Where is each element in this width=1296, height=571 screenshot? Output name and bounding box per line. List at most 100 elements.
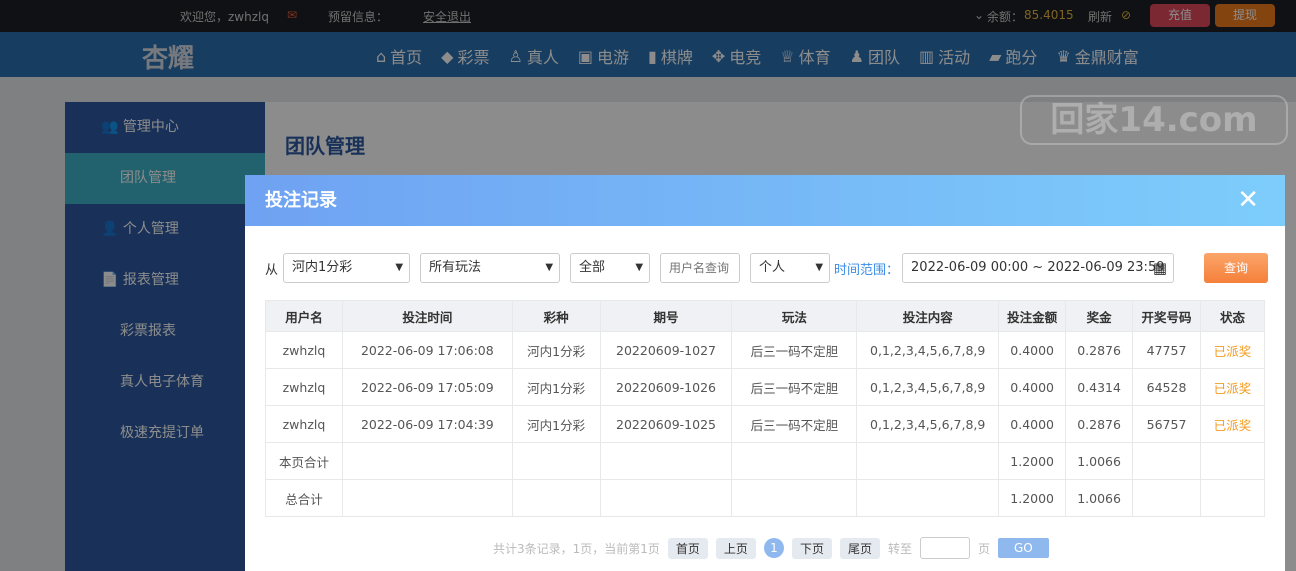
table-cell: [856, 442, 1000, 480]
table-cell: 总合计: [265, 479, 343, 517]
table-cell: 0.4000: [998, 331, 1067, 369]
total-row: 总合计 1.2000 1.0066: [265, 479, 1265, 517]
modal-title: 投注记录: [265, 190, 337, 211]
total-row: 本页合计 1.2000 1.0066: [265, 442, 1265, 480]
table-cell: 2022-06-09 17:06:08: [341, 331, 513, 369]
table-cell: [511, 479, 601, 517]
column-header: 投注内容: [856, 300, 1000, 332]
table-cell: 2022-06-09 17:05:09: [341, 368, 513, 406]
column-header: 彩种: [511, 300, 601, 332]
table-cell: 1.0066: [1065, 479, 1134, 517]
last-page-button[interactable]: 尾页: [839, 537, 880, 559]
table-cell: 后三一码不定胆: [731, 368, 858, 406]
column-header: 用户名: [265, 300, 343, 332]
column-header: 投注金额: [998, 300, 1067, 332]
column-header: 奖金: [1065, 300, 1134, 332]
table-cell: 64528: [1132, 368, 1202, 406]
table-cell: [599, 479, 733, 517]
bet-records-modal: 投注记录 ✕ 从 河内1分彩 ▼ 所有玩法 ▼ 全部 ▼ 个人 ▼ 时间范围： 2022-…: [245, 175, 1285, 571]
watermark: 回家14.com: [1020, 95, 1288, 145]
table-cell: 1.2000: [998, 442, 1067, 480]
select-value: 所有玩法: [429, 260, 482, 275]
lottery-select[interactable]: 河内1分彩 ▼: [283, 253, 411, 283]
table-cell: 0,1,2,3,4,5,6,7,8,9: [856, 405, 1000, 443]
type-select[interactable]: 个人 ▼: [750, 253, 831, 283]
table-cell: 0,1,2,3,4,5,6,7,8,9: [856, 368, 1000, 406]
table-cell: 已派奖: [1200, 331, 1265, 369]
date-range-value: 2022-06-09 00:00 ~ 2022-06-09 23:59: [911, 260, 1165, 275]
select-value: 河内1分彩: [292, 260, 353, 275]
close-icon[interactable]: ✕: [1237, 175, 1259, 226]
table-row: zwhzlq 2022-06-09 17:04:39 河内1分彩 20220609-1…: [265, 405, 1265, 443]
caret-down-icon: ▼: [635, 262, 644, 273]
table-cell: [1132, 442, 1202, 480]
table-cell: 河内1分彩: [511, 405, 601, 443]
column-header: 期号: [599, 300, 733, 332]
page-label: 页: [977, 541, 990, 556]
scope-select[interactable]: 全部 ▼: [570, 253, 651, 283]
caret-down-icon: ▼: [815, 262, 824, 273]
page-input[interactable]: [919, 537, 970, 559]
table-cell: [1200, 442, 1265, 480]
table-cell: 1.2000: [998, 479, 1067, 517]
table-cell: 0.2876: [1065, 405, 1134, 443]
table-cell: [1132, 479, 1202, 517]
table-cell: 已派奖: [1200, 368, 1265, 406]
prev-page-button[interactable]: 上页: [715, 537, 756, 559]
table-cell: 0,1,2,3,4,5,6,7,8,9: [856, 331, 1000, 369]
pager-summary: 共计3条记录，1页，当前第1页: [493, 541, 660, 556]
pagination: 共计3条记录，1页，当前第1页 首页 上页 1 下页 尾页 转至 页 GO: [493, 537, 1049, 559]
table-cell: [1200, 479, 1265, 517]
table-cell: [599, 442, 733, 480]
table-cell: [511, 442, 601, 480]
select-value: 全部: [579, 260, 606, 275]
table-cell: 河内1分彩: [511, 331, 601, 369]
table-cell: 20220609-1026: [599, 368, 733, 406]
table-cell: 0.4000: [998, 368, 1067, 406]
username-input[interactable]: [660, 253, 741, 283]
table-cell: 0.2876: [1065, 331, 1134, 369]
column-header: 玩法: [731, 300, 858, 332]
table-row: zwhzlq 2022-06-09 17:06:08 河内1分彩 20220609-1…: [265, 331, 1265, 369]
table-cell: [731, 479, 858, 517]
column-header: 开奖号码: [1132, 300, 1202, 332]
table-cell: zwhzlq: [265, 331, 343, 369]
table-cell: [341, 479, 513, 517]
table-cell: 已派奖: [1200, 405, 1265, 443]
table-cell: 1.0066: [1065, 442, 1134, 480]
table-cell: 47757: [1132, 331, 1202, 369]
range-label: 时间范围：: [834, 262, 900, 278]
column-header: 投注时间: [341, 300, 513, 332]
table-cell: 后三一码不定胆: [731, 331, 858, 369]
bet-records-table: 用户名 投注时间 彩种 期号 玩法 投注内容 投注金额 奖金 开奖号码 状态 zwhzlq 2022…: [265, 300, 1265, 517]
current-page[interactable]: 1: [763, 538, 784, 558]
query-button[interactable]: 查询: [1204, 253, 1269, 283]
caret-down-icon: ▼: [545, 262, 554, 273]
select-value: 个人: [759, 260, 786, 275]
first-page-button[interactable]: 首页: [667, 537, 708, 559]
calendar-icon: ▦: [1152, 259, 1168, 277]
caret-down-icon: ▼: [395, 262, 404, 273]
table-cell: 20220609-1025: [599, 405, 733, 443]
table-cell: 后三一码不定胆: [731, 405, 858, 443]
next-page-button[interactable]: 下页: [791, 537, 832, 559]
table-cell: 河内1分彩: [511, 368, 601, 406]
table-row: zwhzlq 2022-06-09 17:05:09 河内1分彩 20220609-1…: [265, 368, 1265, 406]
table-cell: zwhzlq: [265, 368, 343, 406]
table-cell: [341, 442, 513, 480]
go-button[interactable]: GO: [998, 538, 1049, 558]
column-header: 状态: [1200, 300, 1265, 332]
table-cell: [856, 479, 1000, 517]
goto-label: 转至: [887, 541, 912, 556]
table-cell: 56757: [1132, 405, 1202, 443]
from-label: 从: [265, 262, 279, 278]
play-select[interactable]: 所有玩法 ▼: [420, 253, 561, 283]
table-cell: [731, 442, 858, 480]
table-cell: 本页合计: [265, 442, 343, 480]
table-cell: 0.4000: [998, 405, 1067, 443]
date-range-input[interactable]: 2022-06-09 00:00 ~ 2022-06-09 23:59 ▦: [902, 253, 1175, 283]
table-cell: zwhzlq: [265, 405, 343, 443]
table-cell: 0.4314: [1065, 368, 1134, 406]
table-cell: 20220609-1027: [599, 331, 733, 369]
table-cell: 2022-06-09 17:04:39: [341, 405, 513, 443]
